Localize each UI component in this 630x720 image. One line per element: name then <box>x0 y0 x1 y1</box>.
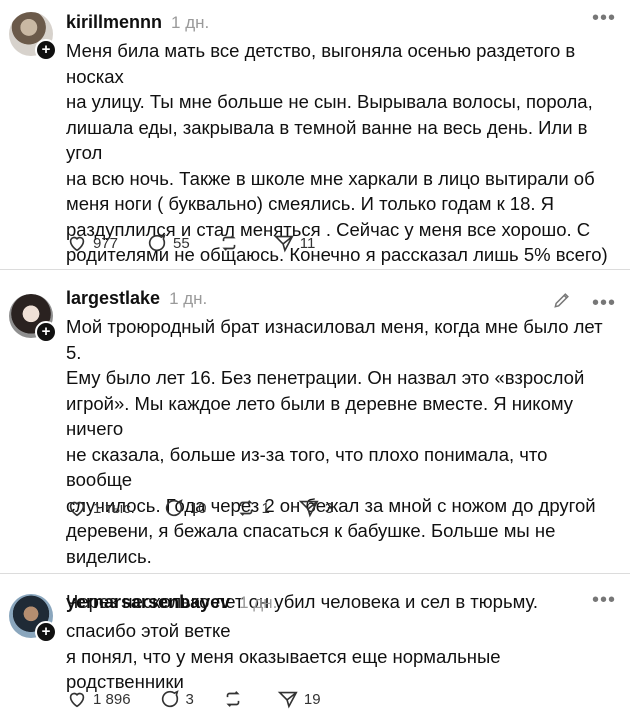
header-icons: ••• <box>592 8 616 28</box>
more-icon[interactable]: ••• <box>592 293 616 313</box>
repost-button[interactable] <box>218 232 245 254</box>
share-count: 11 <box>299 234 316 252</box>
heart-icon <box>69 501 85 517</box>
share-count: 19 <box>303 690 321 708</box>
comment-icon <box>165 499 183 517</box>
plus-icon[interactable]: + <box>35 321 57 343</box>
repost-icon <box>222 235 236 251</box>
post-header: yernarsarsenbayev 1 дн. <box>66 574 614 613</box>
action-bar: 977 55 11 <box>66 232 343 254</box>
like-count: 1 896 <box>93 690 131 708</box>
send-icon <box>273 235 294 253</box>
post: + yernarsarsenbayev 1 дн. ••• спасибо эт… <box>0 574 630 720</box>
reply-button[interactable]: 55 <box>146 232 190 254</box>
more-icon[interactable]: ••• <box>592 8 616 28</box>
reply-count: 3 <box>185 690 194 708</box>
plus-icon[interactable]: + <box>35 621 57 643</box>
timestamp: 1 дн. <box>171 13 210 32</box>
repost-icon <box>226 691 240 707</box>
repost-count: 1 <box>261 499 270 517</box>
reply-count: 10 <box>189 499 207 517</box>
username[interactable]: largestlake <box>66 288 160 309</box>
header-icons: ••• <box>552 290 616 315</box>
repost-button[interactable] <box>222 688 249 710</box>
heart-icon <box>69 236 85 252</box>
action-bar: 1 896 3 19 <box>66 688 349 710</box>
reply-button[interactable]: 3 <box>159 688 194 710</box>
send-icon <box>298 500 319 518</box>
like-button[interactable]: 977 <box>66 232 118 254</box>
like-button[interactable]: 1 896 <box>66 688 131 710</box>
action-bar: 1 тыс. 10 1 3 <box>66 497 361 519</box>
post-text: Мой троюродный брат изнасиловал меня, ко… <box>66 316 603 567</box>
timestamp: 1 дн. <box>239 593 278 612</box>
comment-icon <box>148 234 166 252</box>
repost-icon <box>238 500 253 516</box>
send-icon <box>277 691 298 709</box>
reply-button[interactable]: 10 <box>163 497 207 519</box>
share-button[interactable]: 19 <box>277 688 321 710</box>
share-count: 3 <box>324 499 334 517</box>
comment-icon <box>161 690 179 708</box>
share-button[interactable]: 11 <box>273 232 316 254</box>
post-text: спасибо этой ветке я понял, что у меня о… <box>66 620 501 692</box>
post: + largestlake 1 дн. ••• Мой троюродный б… <box>0 270 630 612</box>
like-count: 977 <box>93 234 119 252</box>
reply-count: 55 <box>173 234 190 252</box>
pencil-icon[interactable] <box>552 290 572 315</box>
repost-button[interactable]: 1 <box>235 497 270 519</box>
like-count: 1 тыс. <box>93 499 135 517</box>
like-button[interactable]: 1 тыс. <box>66 497 135 519</box>
plus-icon[interactable]: + <box>35 39 57 61</box>
username[interactable]: kirillmennn <box>66 12 162 33</box>
post-header: kirillmennn 1 дн. <box>66 0 614 33</box>
share-button[interactable]: 3 <box>298 497 333 519</box>
post-header: largestlake 1 дн. <box>66 270 614 309</box>
username[interactable]: yernarsarsenbayev <box>66 592 230 613</box>
heart-icon <box>69 692 85 708</box>
header-icons: ••• <box>592 590 616 610</box>
more-icon[interactable]: ••• <box>592 590 616 610</box>
timestamp: 1 дн. <box>169 289 208 308</box>
post: + kirillmennn 1 дн. ••• Меня била мать в… <box>0 0 630 269</box>
